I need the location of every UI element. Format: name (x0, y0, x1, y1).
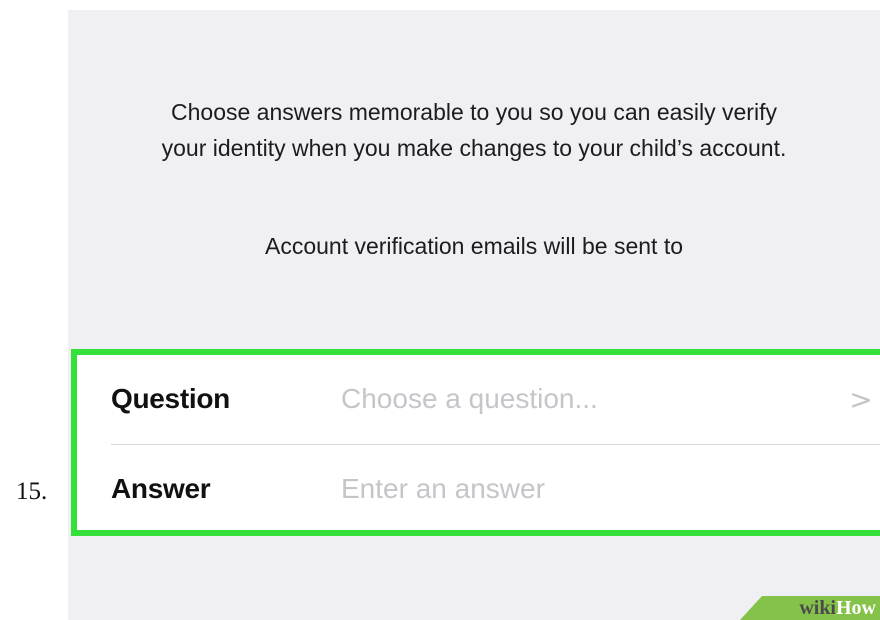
security-questions-screen: Choose answers memorable to you so you c… (68, 10, 880, 620)
answer-field[interactable]: Enter an answer (341, 473, 880, 505)
question-label: Question (111, 383, 230, 414)
intro-line-1: Choose answers memorable to you so you c… (171, 99, 777, 125)
question-picker[interactable]: Choose a question... (341, 383, 835, 415)
question-row[interactable]: Question Choose a question... > (111, 355, 880, 443)
step-number: 15. (16, 478, 48, 505)
wikihow-logo-wiki: wiki (799, 597, 836, 619)
intro-line-2: your identity when you make changes to y… (161, 135, 787, 161)
chevron-right-icon: > (849, 382, 873, 416)
answer-row[interactable]: Answer Enter an answer (111, 445, 880, 533)
answer-label: Answer (111, 473, 211, 504)
intro-text: Choose answers memorable to you so you c… (68, 94, 880, 166)
security-question-form: Question Choose a question... > Answer E… (71, 349, 880, 536)
wikihow-logo: wikiHow (799, 596, 876, 620)
verification-email-notice: Account verification emails will be sent… (264, 233, 684, 259)
wikihow-logo-how: How (836, 597, 876, 619)
